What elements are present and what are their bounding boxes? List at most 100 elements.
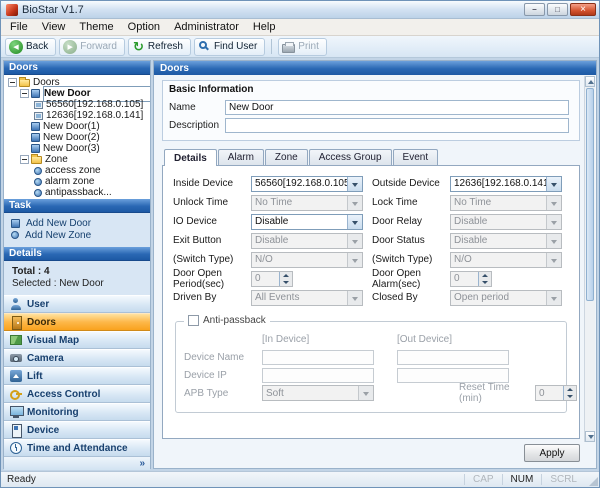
switch-type-left-select[interactable]: N/O [251,252,363,268]
task-header: Task [4,199,150,213]
in-device-name-input[interactable] [262,350,374,365]
door-icon [31,89,40,98]
menu-help[interactable]: Help [246,20,283,34]
tree-item-alarm-zone[interactable]: alarm zone [4,176,150,187]
tree-item-new-door-3[interactable]: New Door(3) [4,143,150,154]
tree-item-device-12636[interactable]: 12636[192.168.0.141] [4,110,150,121]
out-device-name-input[interactable] [397,350,509,365]
tree-item-new-door-1[interactable]: New Door(1) [4,121,150,132]
nav-label: Access Control [27,389,100,400]
door-relay-select[interactable]: Disable [450,214,562,230]
sidebar-collapse-control[interactable]: » [4,457,150,470]
anti-passback-checkbox[interactable] [188,315,199,326]
door-relay-label: Door Relay [372,216,450,227]
spinner-arrows-icon[interactable] [563,386,576,400]
driven-by-select[interactable]: All Events [251,290,363,306]
nav-device[interactable]: Device [4,421,150,439]
closed-by-select[interactable]: Open period [450,290,562,306]
tab-alarm[interactable]: Alarm [218,149,264,165]
tree-item-device-56560[interactable]: 56560[192.168.0.105] [4,99,150,110]
spin-down-icon[interactable] [564,393,576,400]
nav-access-control[interactable]: Access Control [4,385,150,403]
spin-up-icon[interactable] [564,386,576,393]
tree-item-zone-root[interactable]: Zone [4,154,150,165]
spin-up-icon[interactable] [479,272,491,279]
close-button[interactable] [570,3,596,16]
door-open-period-spinner[interactable]: 0 [251,271,293,287]
chevron-down-icon [546,196,561,210]
menu-administrator[interactable]: Administrator [167,20,246,34]
menu-option[interactable]: Option [121,20,167,34]
name-input[interactable] [225,100,569,115]
nav-monitoring[interactable]: Monitoring [4,403,150,421]
inside-device-select[interactable]: 56560[192.168.0.105] [251,176,363,192]
tab-access-group[interactable]: Access Group [309,149,392,165]
user-icon [10,298,22,310]
spinner-arrows-icon[interactable] [478,272,491,286]
io-device-select[interactable]: Disable [251,214,363,230]
forward-button[interactable]: Forward [59,38,125,56]
scrollbar-thumb[interactable] [586,88,594,301]
menu-theme[interactable]: Theme [72,20,120,34]
unlock-time-select[interactable]: No Time [251,195,363,211]
back-button[interactable]: Back [5,38,56,56]
outside-device-select[interactable]: 12636[192.168.0.141] [450,176,562,192]
refresh-button[interactable]: Refresh [128,38,191,56]
menu-view[interactable]: View [35,20,73,34]
tab-event[interactable]: Event [393,149,439,165]
minimize-button[interactable] [524,3,545,16]
door-status-select[interactable]: Disable [450,233,562,249]
main-nav: User Doors Visual Map Camera Lift [4,295,150,457]
exit-button-select[interactable]: Disable [251,233,363,249]
door-relay-value: Disable [451,216,546,227]
reset-time-spinner[interactable]: 0 [535,385,577,401]
resize-grip[interactable] [585,472,599,487]
collapse-toggle-icon[interactable] [20,89,29,98]
find-user-button[interactable]: Find User [194,38,265,56]
nav-lift[interactable]: Lift [4,367,150,385]
map-icon [10,334,22,346]
unlock-time-value: No Time [252,197,347,208]
vertical-scrollbar[interactable] [584,76,595,442]
menu-file[interactable]: File [3,20,35,34]
description-input[interactable] [225,118,569,133]
collapse-toggle-icon[interactable] [20,155,29,164]
scroll-down-icon[interactable] [585,431,595,442]
switch-type-left-value: N/O [252,254,347,265]
zone-icon [34,178,42,186]
apply-button[interactable]: Apply [524,444,580,462]
tree-item-antipassback-zone[interactable]: antipassback... [4,187,150,198]
switch-type-right-select[interactable]: N/O [450,252,562,268]
scrollbar-track[interactable] [585,87,595,431]
nav-doors[interactable]: Doors [4,313,150,331]
tree-item-new-door-2[interactable]: New Door(2) [4,132,150,143]
print-button[interactable]: Print [278,38,327,56]
collapse-toggle-icon[interactable] [8,78,17,87]
nav-camera[interactable]: Camera [4,349,150,367]
apb-type-select[interactable]: Soft [262,385,374,401]
out-device-ip-input[interactable] [397,368,509,383]
spin-down-icon[interactable] [280,279,292,286]
spinner-arrows-icon[interactable] [279,272,292,286]
nav-time-attendance[interactable]: Time and Attendance [4,439,150,457]
form-row: Unlock Time No Time Lock Time No Time [173,193,571,212]
nav-user[interactable]: User [4,295,150,313]
add-new-zone-link[interactable]: Add New Zone [4,229,150,241]
lock-time-select[interactable]: No Time [450,195,562,211]
spin-up-icon[interactable] [280,272,292,279]
scroll-up-icon[interactable] [585,76,595,87]
chevron-down-icon [546,253,561,267]
apply-row: Apply [162,439,580,466]
door-open-period-value: 0 [252,273,279,284]
tab-zone[interactable]: Zone [265,149,308,165]
spin-down-icon[interactable] [479,279,491,286]
tree-item-access-zone[interactable]: access zone [4,165,150,176]
door-open-alarm-spinner[interactable]: 0 [450,271,492,287]
anti-passback-caption: Anti-passback [184,315,270,326]
maximize-button[interactable] [547,3,568,16]
add-new-door-link[interactable]: Add New Door [4,217,150,229]
tab-details[interactable]: Details [164,149,217,166]
nav-visual-map[interactable]: Visual Map [4,331,150,349]
tree-item-new-door[interactable]: New Door [4,88,150,99]
in-device-ip-input[interactable] [262,368,374,383]
